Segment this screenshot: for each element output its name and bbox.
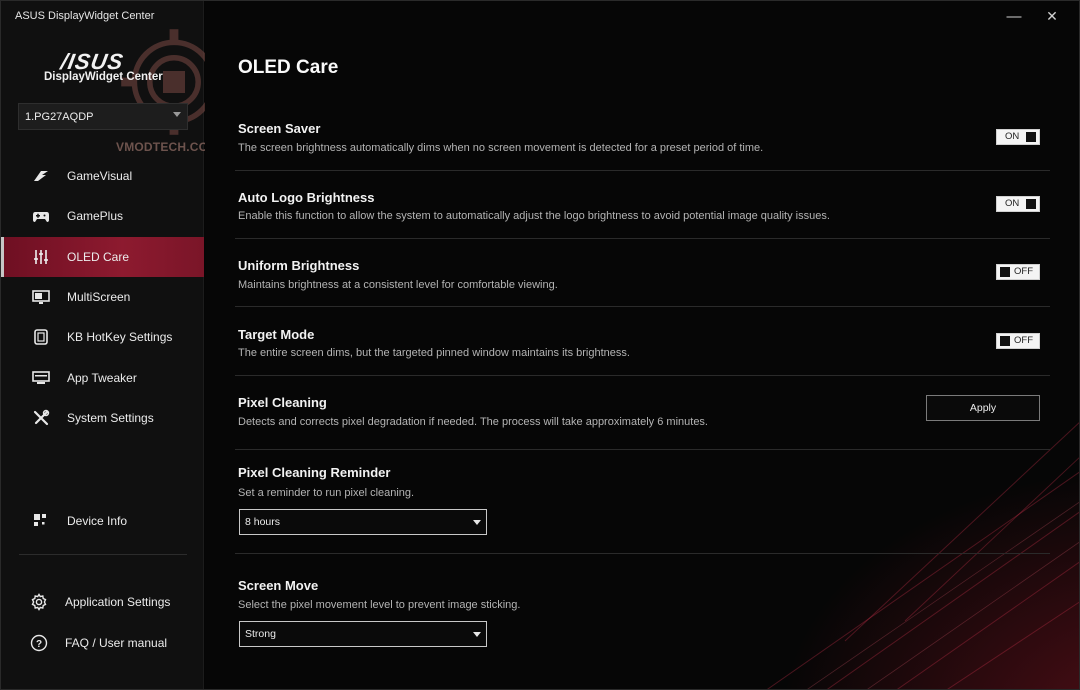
- gamepad-icon: [31, 206, 51, 226]
- toggle-knob: [1000, 336, 1010, 346]
- tools-icon: [31, 408, 51, 428]
- watermark-text: VMODTECH.COM: [116, 140, 219, 154]
- page-title: OLED Care: [238, 57, 339, 78]
- pixel-reminder-title: Pixel Cleaning Reminder: [238, 465, 391, 480]
- uniform-brightness-description: Maintains brightness at a consistent lev…: [238, 279, 558, 291]
- uniform-brightness-toggle[interactable]: OFF: [996, 264, 1040, 280]
- section-divider: [235, 238, 1050, 239]
- reminder-interval-dropdown[interactable]: 8 hours: [239, 509, 487, 535]
- sidebar-item-gameplus[interactable]: GamePlus: [1, 196, 204, 236]
- sidebar-item-label: KB HotKey Settings: [67, 330, 173, 345]
- app-tweaker-icon: [31, 368, 51, 388]
- main-panel: OLED Care Screen Saver The screen bright…: [205, 1, 1079, 689]
- sidebar-item-oled-care[interactable]: OLED Care: [1, 236, 204, 278]
- section-divider: [235, 553, 1050, 554]
- screen-saver-section: Screen Saver The screen brightness autom…: [235, 119, 1050, 171]
- target-mode-section: Target Mode The entire screen dims, but …: [235, 325, 1050, 377]
- toggle-state-label: OFF: [1014, 335, 1033, 346]
- auto-logo-description: Enable this function to allow the system…: [238, 210, 830, 222]
- sidebar-item-label: System Settings: [67, 410, 154, 425]
- sidebar-item-system-settings[interactable]: System Settings: [1, 398, 204, 438]
- sidebar-item-app-tweaker[interactable]: App Tweaker: [1, 357, 204, 397]
- toggle-knob: [1026, 199, 1036, 209]
- sidebar-item-faq[interactable]: ? FAQ / User manual: [1, 623, 204, 664]
- chevron-down-icon: [473, 632, 481, 637]
- section-divider: [235, 306, 1050, 307]
- uniform-brightness-section: Uniform Brightness Maintains brightness …: [235, 256, 1050, 308]
- toggle-state-label: ON: [1005, 131, 1020, 142]
- device-dropdown-value: 1.PG27AQDP: [25, 110, 94, 123]
- app-logo: /ISUS DisplayWidget Center: [1, 29, 227, 135]
- pixel-reminder-section: Pixel Cleaning Reminder Set a reminder t…: [235, 463, 1050, 555]
- auto-logo-title: Auto Logo Brightness: [238, 190, 375, 205]
- chevron-down-icon: [473, 520, 481, 525]
- sidebar-item-kb-hotkey[interactable]: KB HotKey Settings: [1, 317, 204, 357]
- sidebar-item-label: Device Info: [67, 514, 128, 529]
- pixel-cleaning-section: Pixel Cleaning Detects and corrects pixe…: [235, 393, 1050, 451]
- section-divider: [235, 375, 1050, 376]
- screen-move-dropdown[interactable]: Strong: [239, 621, 487, 647]
- sidebar-item-label: MultiScreen: [67, 290, 131, 305]
- screen-saver-description: The screen brightness automatically dims…: [238, 142, 764, 154]
- sidebar-divider: [19, 554, 187, 555]
- grid-icon: [31, 511, 51, 531]
- gamevisual-icon: [31, 166, 51, 186]
- sliders-icon: [31, 247, 51, 267]
- uniform-brightness-title: Uniform Brightness: [238, 258, 360, 273]
- device-info-section: Device Info: [1, 501, 204, 541]
- sidebar-item-label: FAQ / User manual: [65, 635, 168, 650]
- sidebar: /ISUS DisplayWidget Center 1.PG27AQDP VM…: [1, 1, 227, 689]
- chevron-down-icon: [173, 112, 181, 117]
- window-title: ASUS DisplayWidget Center: [15, 10, 155, 22]
- target-mode-title: Target Mode: [238, 327, 315, 342]
- sidebar-item-label: Application Settings: [65, 595, 171, 610]
- pixel-cleaning-title: Pixel Cleaning: [238, 395, 327, 410]
- title-bar: ASUS DisplayWidget Center: [1, 1, 1079, 31]
- toggle-knob: [1000, 267, 1010, 277]
- sidebar-nav: GameVisual GamePlus OLED Care MultiScree…: [1, 156, 204, 438]
- screen-saver-toggle[interactable]: ON: [996, 129, 1040, 145]
- auto-logo-section: Auto Logo Brightness Enable this functio…: [235, 188, 1050, 240]
- gear-icon: [29, 592, 49, 612]
- sidebar-item-label: OLED Care: [67, 249, 130, 264]
- sidebar-item-application-settings[interactable]: Application Settings: [1, 582, 204, 623]
- target-mode-description: The entire screen dims, but the targeted…: [238, 347, 630, 359]
- screen-move-section: Screen Move Select the pixel movement le…: [235, 576, 1050, 656]
- screen-move-value: Strong: [245, 628, 276, 640]
- logo-subtitle: DisplayWidget Center: [44, 71, 163, 83]
- keyboard-icon: [31, 327, 51, 347]
- section-divider: [235, 170, 1050, 171]
- device-dropdown[interactable]: 1.PG27AQDP: [18, 103, 188, 130]
- screen-move-description: Select the pixel movement level to preve…: [238, 599, 521, 611]
- sidebar-item-label: App Tweaker: [67, 370, 137, 385]
- apply-button[interactable]: Apply: [926, 395, 1040, 421]
- monitor-icon: [31, 287, 51, 307]
- toggle-state-label: ON: [1005, 198, 1020, 209]
- svg-text:?: ?: [36, 639, 42, 650]
- toggle-knob: [1026, 132, 1036, 142]
- sidebar-item-label: GameVisual: [67, 169, 133, 184]
- sidebar-item-multiscreen[interactable]: MultiScreen: [1, 277, 204, 317]
- toggle-state-label: OFF: [1014, 266, 1033, 277]
- sidebar-bottom-nav: Application Settings ? FAQ / User manual: [1, 582, 204, 663]
- pixel-cleaning-description: Detects and corrects pixel degradation i…: [238, 416, 708, 428]
- target-mode-toggle[interactable]: OFF: [996, 333, 1040, 349]
- help-icon: ?: [29, 633, 49, 653]
- sidebar-item-label: GamePlus: [67, 209, 124, 224]
- screen-move-title: Screen Move: [238, 578, 319, 593]
- screen-saver-title: Screen Saver: [238, 121, 321, 136]
- pixel-reminder-description: Set a reminder to run pixel cleaning.: [238, 487, 415, 499]
- reminder-interval-value: 8 hours: [245, 516, 281, 528]
- sidebar-item-device-info[interactable]: Device Info: [1, 501, 204, 541]
- auto-logo-toggle[interactable]: ON: [996, 196, 1040, 212]
- app-window: /ISUS DisplayWidget Center 1.PG27AQDP VM…: [0, 0, 1080, 690]
- sidebar-item-gamevisual[interactable]: GameVisual: [1, 156, 204, 196]
- section-divider: [235, 449, 1050, 450]
